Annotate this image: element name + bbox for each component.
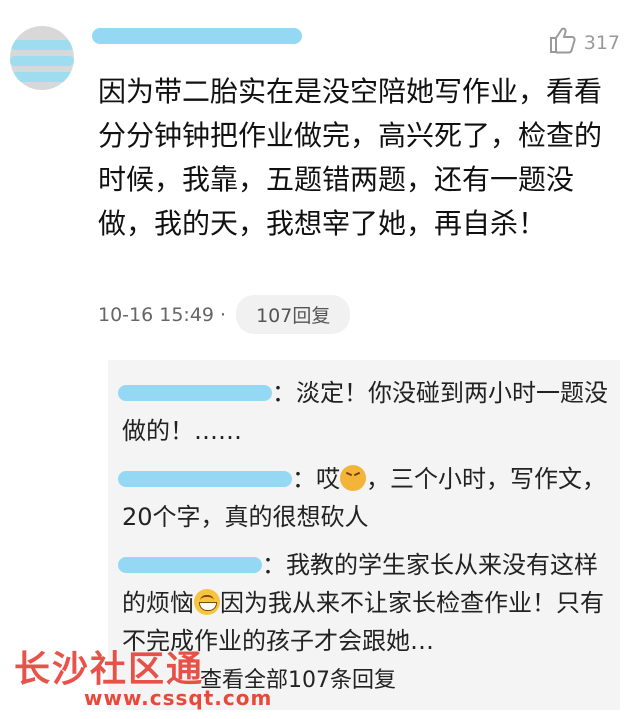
reply-item[interactable]: ：哎 ，三个小时，写作文，20个字，真的很想砍人 bbox=[118, 460, 612, 536]
persevering-face-emoji-icon bbox=[340, 465, 366, 491]
reply-author-redacted[interactable] bbox=[118, 460, 292, 498]
grinning-sweat-emoji-icon bbox=[194, 589, 220, 615]
reply-text: ：哎 bbox=[292, 465, 340, 493]
comment-text: 因为带二胎实在是没空陪她写作业，看看分分钟钟把作业做完，高兴死了，检查的时候，我… bbox=[98, 75, 603, 240]
redaction-mask bbox=[92, 28, 302, 44]
avatar[interactable] bbox=[10, 26, 74, 90]
username-redacted[interactable] bbox=[92, 24, 302, 46]
like-button[interactable]: 317 bbox=[548, 26, 620, 59]
watermark-logo: 长沙社区通 bbox=[14, 649, 205, 690]
separator-dot: · bbox=[220, 303, 227, 326]
reply-author-redacted[interactable] bbox=[118, 374, 272, 412]
reply-author-redacted[interactable] bbox=[118, 546, 262, 584]
thumbs-up-icon bbox=[548, 26, 578, 59]
reply-count-button[interactable]: 107回复 bbox=[236, 295, 351, 334]
watermark-url: www.cssqt.com bbox=[84, 686, 273, 710]
like-count: 317 bbox=[583, 31, 620, 54]
reply-item[interactable]: ：淡定！你没碰到两小时一题没做的！…… bbox=[118, 374, 612, 450]
timestamp: 10-16 15:49 bbox=[98, 303, 215, 326]
comment-meta: 10-16 15:49 · 107回复 bbox=[98, 295, 351, 334]
